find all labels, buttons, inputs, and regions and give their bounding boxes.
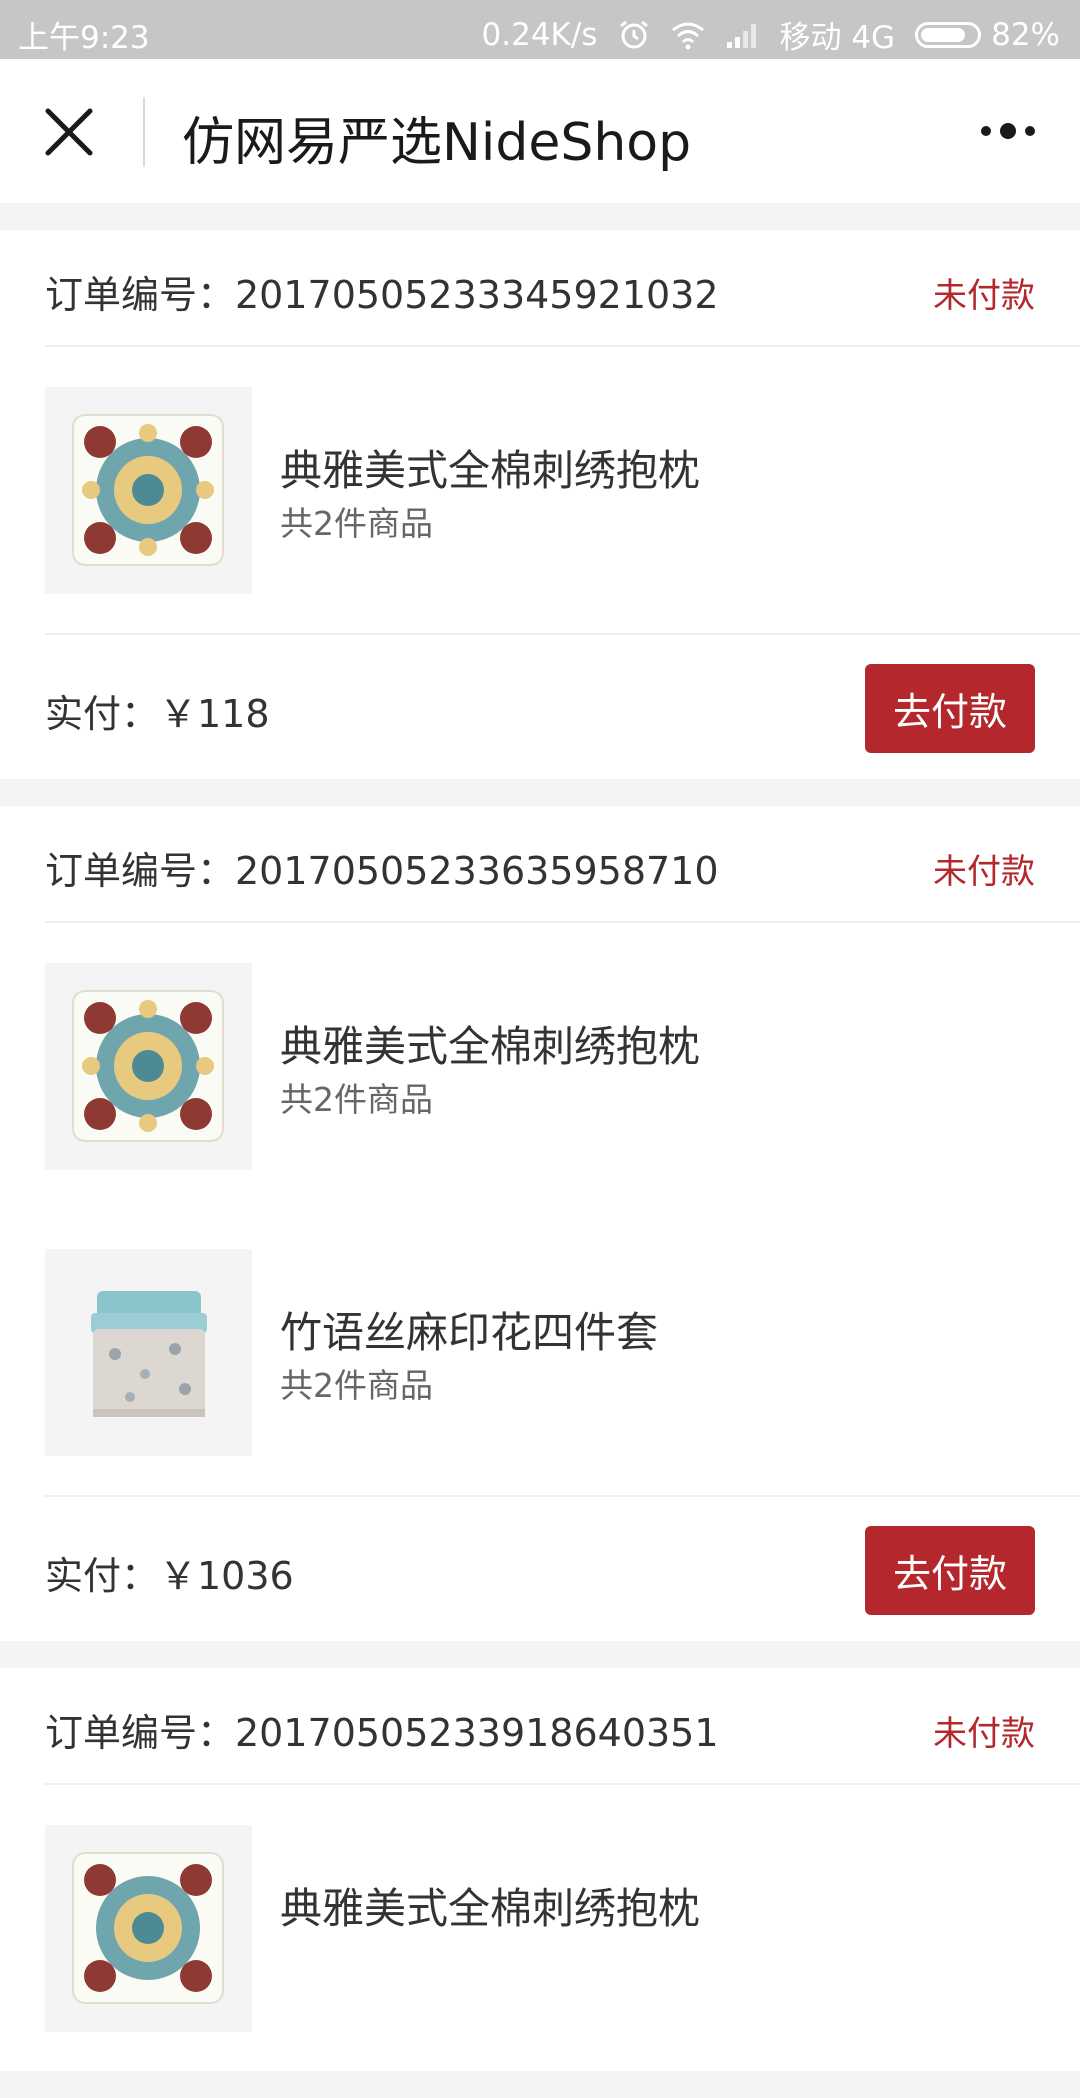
order-number: 订单编号：20170505233918640351: [45, 1711, 719, 1755]
status-bar: 上午9:23 0.24K/s 移动 4G 82%: [0, 0, 1080, 59]
status-time: 上午9:23: [18, 20, 150, 56]
order-item[interactable]: 典雅美式全棉刺绣抱枕 共2件商品: [0, 923, 1080, 1209]
order-footer: 实付：￥118 去付款: [0, 635, 1080, 779]
close-icon[interactable]: [44, 107, 94, 157]
nav-bar: 仿网易严选NideShop: [0, 59, 1080, 203]
product-name: 典雅美式全棉刺绣抱枕: [280, 1884, 701, 1933]
product-count: 共2件商品: [280, 1080, 433, 1119]
order-card[interactable]: 订单编号：20170505233635958710 未付款 典雅美式全棉刺绣抱枕…: [0, 806, 1080, 1641]
order-item[interactable]: 典雅美式全棉刺绣抱枕: [0, 1785, 1080, 2071]
paid-amount: 实付：￥118: [45, 692, 270, 736]
more-icon[interactable]: [980, 119, 1036, 143]
product-image-bedding: [45, 1249, 252, 1456]
order-header: 订单编号：20170505233635958710 未付款: [45, 806, 1080, 923]
order-number: 订单编号：20170505233345921032: [45, 273, 719, 317]
battery-percent: 82%: [991, 16, 1060, 53]
order-item[interactable]: 竹语丝麻印花四件套 共2件商品: [0, 1209, 1080, 1495]
product-count: 共2件商品: [280, 504, 433, 543]
product-count: 共2件商品: [280, 1366, 433, 1405]
product-name: 典雅美式全棉刺绣抱枕: [280, 1022, 701, 1071]
signal-icon: [727, 23, 757, 48]
order-status: 未付款: [933, 276, 1035, 316]
pay-button[interactable]: 去付款: [865, 664, 1035, 753]
order-status: 未付款: [933, 1714, 1035, 1754]
battery-icon: [915, 21, 982, 48]
order-number: 订单编号：20170505233635958710: [45, 849, 719, 893]
nav-divider: [143, 97, 145, 167]
product-name: 典雅美式全棉刺绣抱枕: [280, 446, 701, 495]
order-status: 未付款: [933, 852, 1035, 892]
wifi-icon: [672, 22, 705, 49]
status-right: 0.24K/s 移动 4G 82%: [482, 12, 1060, 57]
order-card[interactable]: 订单编号：20170505233345921032 未付款 典雅美式全棉刺绣抱枕…: [0, 230, 1080, 779]
carrier-label: 移动 4G: [779, 20, 896, 56]
order-header: 订单编号：20170505233918640351 未付款: [45, 1668, 1080, 1785]
net-speed: 0.24K/s: [481, 16, 598, 53]
page-title: 仿网易严选NideShop: [182, 113, 692, 173]
order-card[interactable]: 订单编号：20170505233918640351 未付款 典雅美式全棉刺绣抱枕: [0, 1668, 1080, 2071]
pay-button[interactable]: 去付款: [865, 1526, 1035, 1615]
product-image-pillow: [45, 1825, 252, 2032]
order-footer: 实付：￥1036 去付款: [0, 1497, 1080, 1641]
product-name: 竹语丝麻印花四件套: [280, 1308, 659, 1357]
paid-amount: 实付：￥1036: [45, 1554, 294, 1598]
battery: 82%: [915, 17, 1060, 53]
product-image-pillow: [45, 387, 252, 594]
order-list: 订单编号：20170505233345921032 未付款 典雅美式全棉刺绣抱枕…: [0, 230, 1080, 2098]
order-item[interactable]: 典雅美式全棉刺绣抱枕 共2件商品: [0, 347, 1080, 633]
product-image-pillow: [45, 963, 252, 1170]
order-header: 订单编号：20170505233345921032 未付款: [45, 230, 1080, 347]
alarm-icon: [620, 20, 649, 48]
